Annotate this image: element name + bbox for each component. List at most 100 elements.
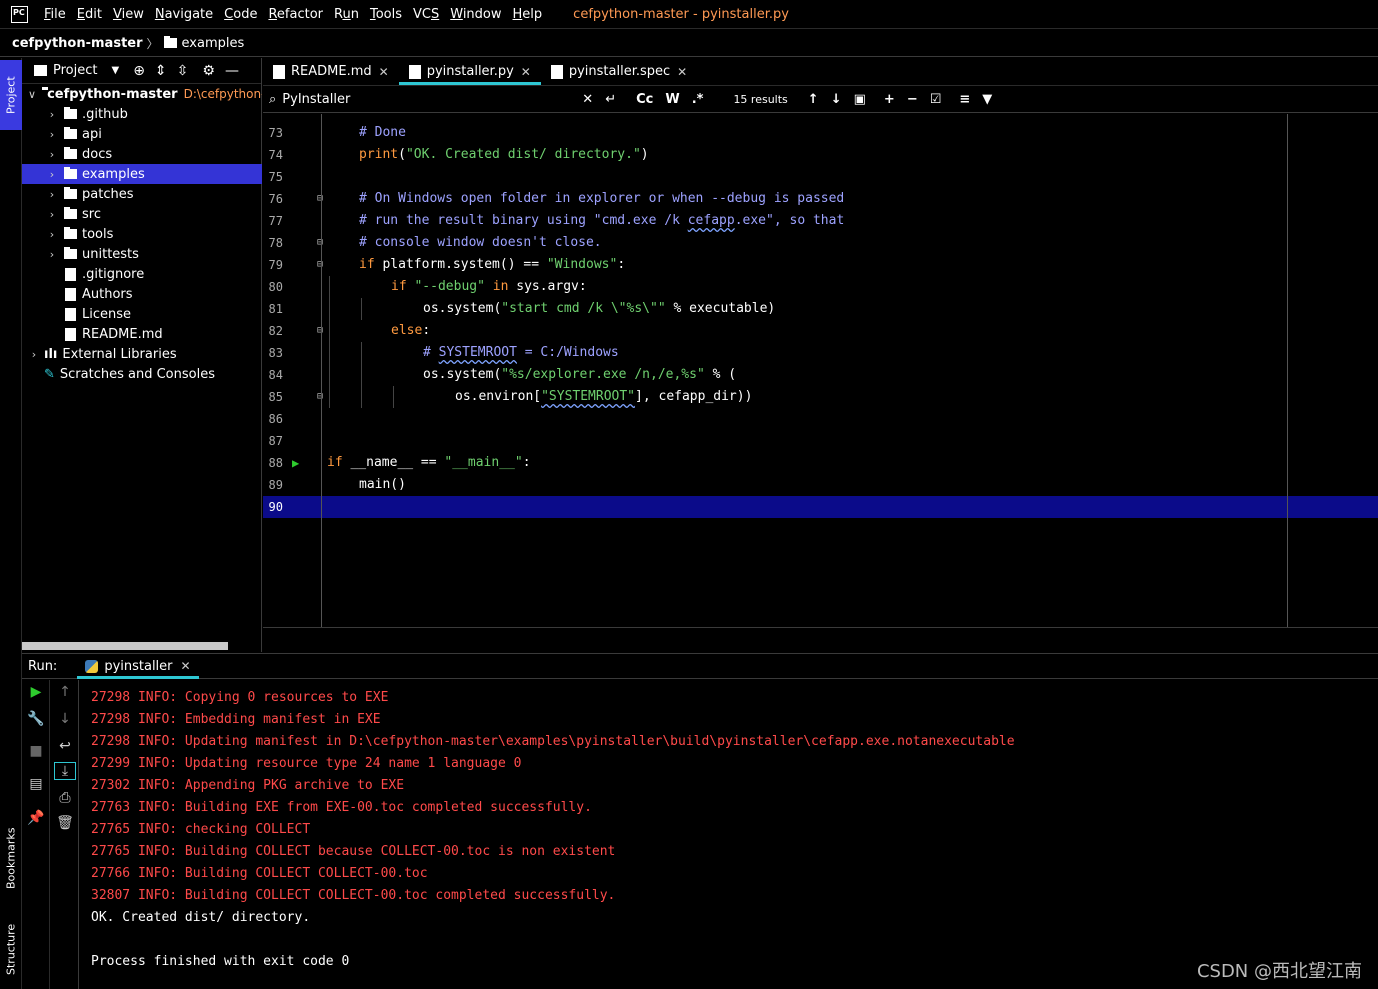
code-token: : — [422, 323, 431, 338]
menu-item[interactable]: VCS — [413, 7, 439, 22]
menu-item[interactable]: Edit — [77, 7, 102, 22]
menu-item[interactable]: File — [44, 7, 66, 22]
arrow-up-icon[interactable]: ↑ — [808, 92, 819, 107]
soft-wrap-icon[interactable]: ↩ — [51, 738, 79, 754]
code-line: 76⊟# On Windows open folder in explorer … — [263, 188, 1378, 210]
arrow-down-icon[interactable]: ↓ — [51, 711, 79, 727]
chevron-down-icon[interactable]: ∨ — [28, 88, 36, 101]
tree-item[interactable]: README.md — [22, 324, 262, 344]
tool-tab-bookmarks[interactable]: Bookmarks — [0, 818, 22, 898]
code-line: 77 # run the result binary using "cmd.exe… — [263, 210, 1378, 232]
tree-item[interactable]: › examples — [22, 164, 262, 184]
menu-item[interactable]: Tools — [370, 7, 402, 22]
code-editor[interactable]: 73 # Done 74 print("OK. Created dist/ direc… — [263, 114, 1378, 628]
tree-item[interactable]: License — [22, 304, 262, 324]
tree-item[interactable]: › .github — [22, 104, 262, 124]
locate-file-icon[interactable]: ⊕ — [133, 64, 145, 78]
hide-icon[interactable]: — — [225, 64, 239, 78]
filter-icon[interactable]: ▼ — [982, 92, 992, 107]
breadcrumb-root[interactable]: cefpython-master — [12, 36, 143, 51]
close-icon[interactable]: ✕ — [379, 65, 389, 79]
tree-item[interactable]: › src — [22, 204, 262, 224]
menu-item[interactable]: Help — [513, 7, 543, 22]
tree-item[interactable]: ✎ Scratches and Consoles — [22, 364, 262, 384]
close-icon[interactable]: ✕ — [677, 65, 687, 79]
tree-item[interactable]: .gitignore — [22, 264, 262, 284]
menu-item[interactable]: Run — [334, 7, 359, 22]
tree-item[interactable]: › unittests — [22, 244, 262, 264]
print-icon[interactable]: ⎙ — [51, 790, 79, 806]
tool-tab-bookmarks-label: Bookmarks — [4, 827, 18, 889]
tree-item[interactable]: › ılı External Libraries — [22, 344, 262, 364]
regex-button[interactable]: .* — [692, 92, 704, 107]
find-input[interactable] — [282, 92, 583, 107]
menu-item[interactable]: Navigate — [155, 7, 213, 22]
editor-tab[interactable]: README.md ✕ — [263, 58, 399, 85]
menu-item[interactable]: Refactor — [268, 7, 323, 22]
chevron-right-icon[interactable]: › — [46, 168, 58, 181]
close-icon[interactable]: ✕ — [181, 659, 191, 673]
collapse-all-icon[interactable]: ⇳ — [177, 64, 189, 78]
add-occurrence-icon[interactable]: + — [884, 92, 895, 107]
chevron-right-icon[interactable]: › — [46, 248, 58, 261]
tree-item[interactable]: Authors — [22, 284, 262, 304]
match-case-button[interactable]: Cc — [636, 92, 653, 107]
file-icon — [65, 327, 76, 341]
horizontal-scrollbar[interactable] — [22, 642, 228, 650]
editor-tab[interactable]: pyinstaller.py ✕ — [398, 58, 542, 85]
breadcrumb-folder[interactable]: examples — [182, 36, 245, 51]
chevron-right-icon[interactable]: › — [28, 348, 40, 361]
tree-item[interactable]: ∨ cefpython-master D:\cefpython-m — [22, 84, 262, 104]
menu-item[interactable]: Code — [224, 7, 257, 22]
editor-tab[interactable]: pyinstaller.spec ✕ — [541, 58, 697, 85]
code-token: # run the result binary using "cmd.exe /… — [359, 213, 688, 228]
stop-icon[interactable]: ■ — [22, 743, 50, 759]
clear-search-icon[interactable]: ✕ — [582, 92, 593, 107]
search-icon[interactable]: ⌕ — [269, 92, 276, 107]
tool-tab-project[interactable]: Project — [0, 60, 22, 130]
tool-tab-structure[interactable]: Structure — [0, 913, 22, 985]
menu-item[interactable]: View — [113, 7, 144, 22]
tree-item[interactable]: › api — [22, 124, 262, 144]
whole-words-button[interactable]: W — [665, 92, 679, 107]
tree-item[interactable]: › docs — [22, 144, 262, 164]
wrench-icon[interactable]: 🔧 — [22, 711, 50, 727]
chevron-right-icon[interactable]: › — [46, 128, 58, 141]
code-token: # Done — [359, 125, 406, 140]
code-token: os.system( — [423, 301, 502, 316]
chevron-right-icon[interactable]: › — [46, 108, 58, 121]
rerun-icon[interactable]: ▶ — [22, 684, 50, 700]
chevron-right-icon[interactable]: › — [46, 148, 58, 161]
arrow-down-icon[interactable]: ↓ — [831, 92, 842, 107]
scroll-to-end-icon[interactable]: ⤓ — [54, 762, 76, 780]
chevron-right-icon[interactable]: › — [46, 188, 58, 201]
arrow-up-icon[interactable]: ↑ — [51, 684, 79, 700]
run-tab-pyinstaller[interactable]: pyinstaller ✕ — [77, 654, 199, 679]
tree-item-label: .github — [82, 106, 128, 122]
tree-item[interactable]: › tools — [22, 224, 262, 244]
remove-occurrence-icon[interactable]: − — [907, 92, 918, 107]
expand-all-icon[interactable]: ⇕ — [155, 64, 167, 78]
chevron-right-icon[interactable]: › — [46, 208, 58, 221]
code-token: "--debug" — [414, 279, 485, 294]
tree-item[interactable]: › patches — [22, 184, 262, 204]
project-view-label[interactable]: Project — [53, 63, 97, 78]
open-in-window-icon[interactable]: ▣ — [854, 92, 866, 107]
chevron-right-icon[interactable]: › — [46, 228, 58, 241]
run-gutter-icon[interactable]: ▶ — [292, 452, 299, 474]
select-all-occurrences-icon[interactable]: ☑ — [930, 92, 942, 107]
pin-icon[interactable]: 📌 — [22, 810, 50, 826]
run-console[interactable]: 27298 INFO: Copying 0 resources to EXE 27… — [80, 680, 1378, 989]
code-line: 88 ▶ if __name__ == "__main__": — [263, 452, 1378, 474]
close-icon[interactable]: ✕ — [521, 65, 531, 79]
chevron-down-icon[interactable]: ▼ — [111, 65, 119, 76]
trash-icon[interactable]: 🗑 — [51, 815, 79, 831]
layout-icon[interactable]: ▤ — [22, 776, 50, 792]
line-number: 90 — [268, 500, 283, 514]
gear-icon[interactable]: ⚙ — [202, 64, 215, 78]
new-line-icon[interactable]: ↵ — [605, 92, 616, 107]
filter-options-icon[interactable]: ≡ — [959, 92, 970, 107]
indent-guide — [329, 364, 330, 386]
menu-item[interactable]: Window — [450, 7, 501, 22]
code-text: # run the result binary using "cmd.exe /… — [359, 210, 844, 232]
